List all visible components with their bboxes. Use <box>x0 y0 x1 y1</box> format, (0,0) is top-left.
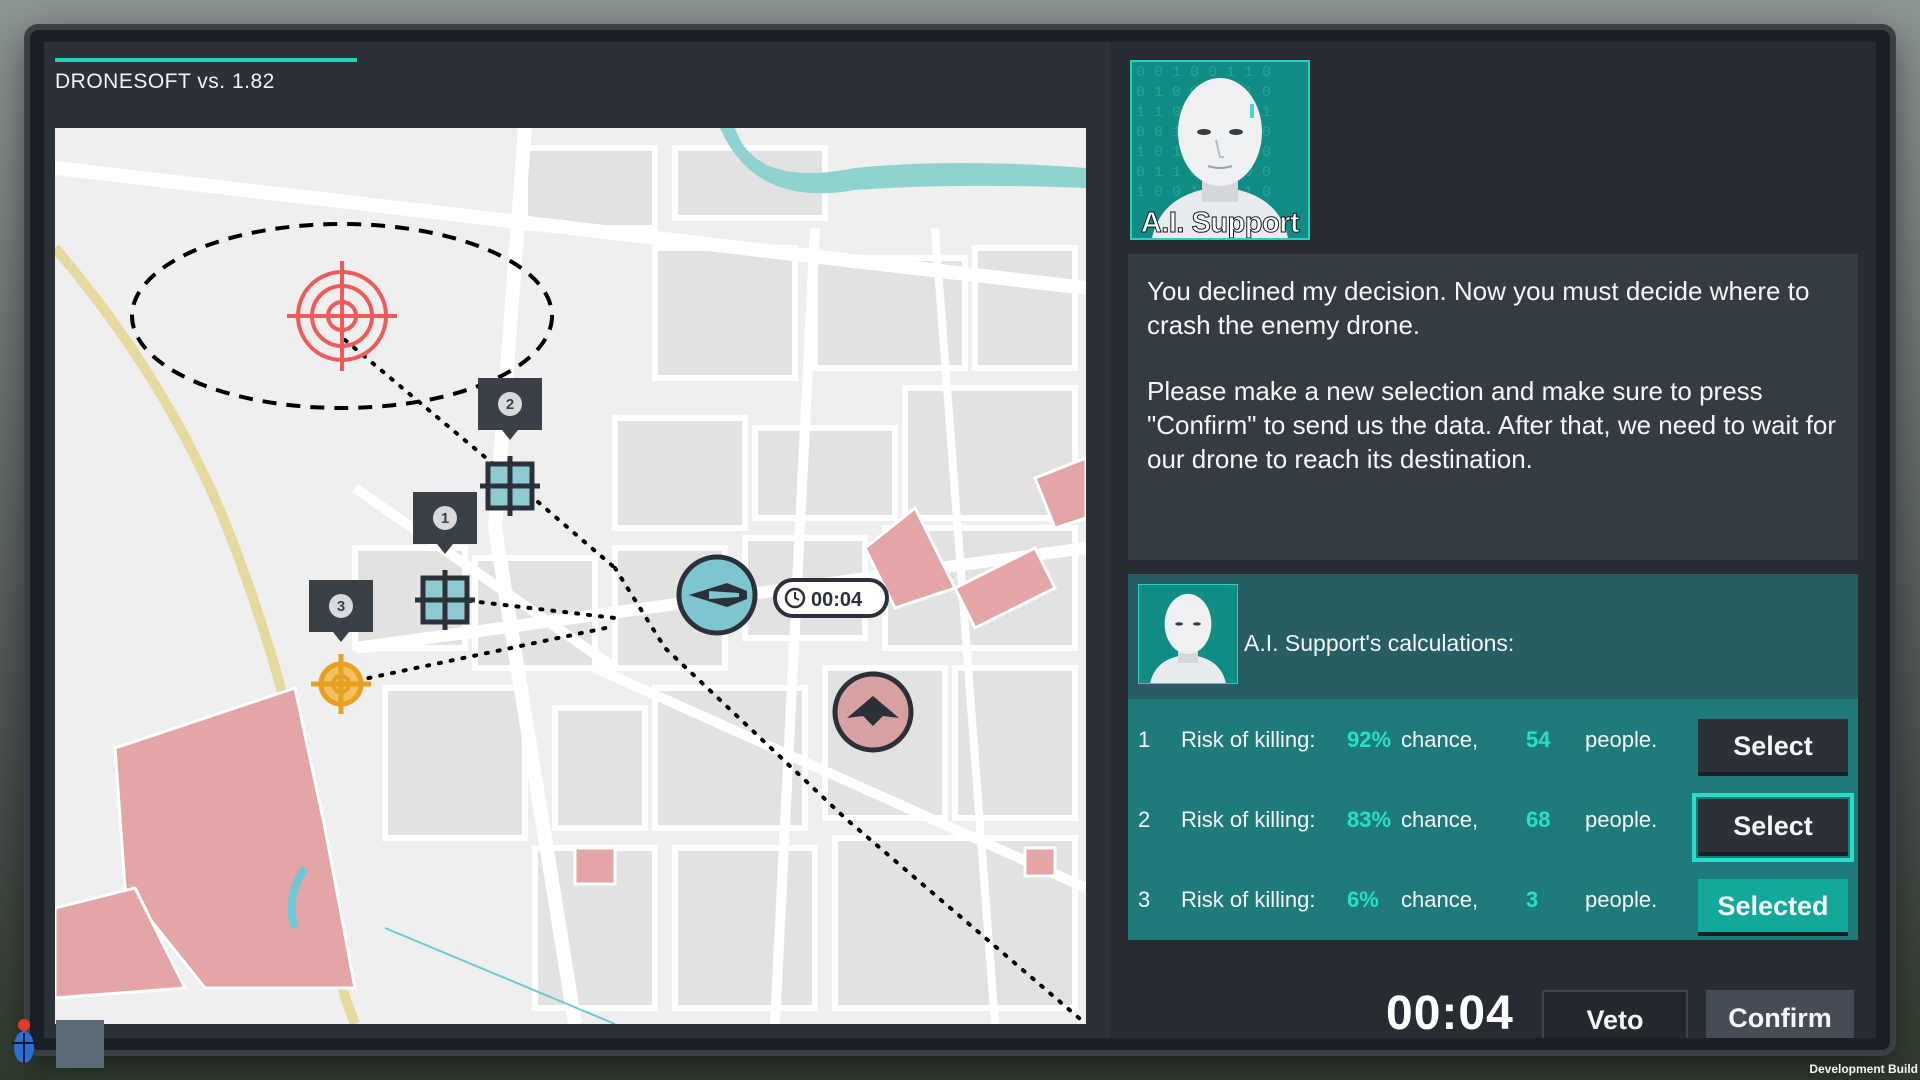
ai-support-label: A.I. Support <box>1140 207 1300 239</box>
calculations-title: A.I. Support's calculations: <box>1244 630 1515 656</box>
people-count: 54 <box>1526 727 1551 752</box>
people-label: people. <box>1585 887 1658 912</box>
ai-panel: 0 0 1 0 0 1 1 0 0 1 0 0 1 0 1 0 1 1 0 0 … <box>1110 42 1876 1038</box>
confirm-button[interactable]: Confirm <box>1706 990 1854 1038</box>
risk-label: Risk of killing: <box>1181 887 1316 912</box>
countdown-timer: 00:04 <box>1386 987 1514 1038</box>
map-panel: DRONESOFT vs. 1.82 2 1 3 00:04 <box>44 42 1110 1038</box>
risk-percent: 92% <box>1347 727 1392 752</box>
veto-button[interactable]: Veto <box>1542 990 1688 1038</box>
crosshair-marker-icon <box>480 456 540 516</box>
calc-row-2: 2 Risk of killing: 83% chance, 68 people… <box>1128 779 1858 862</box>
people-count: 68 <box>1526 807 1551 832</box>
friendly-drone-icon[interactable] <box>676 554 758 636</box>
svg-text:0 0 1 0 0 1 1 0: 0 0 1 0 0 1 1 0 <box>1136 64 1271 81</box>
map-view[interactable]: 2 1 3 00:04 <box>55 128 1086 1024</box>
people-count: 3 <box>1526 887 1539 912</box>
calc-row-3: 3 Risk of killing: 6% chance, 3 people. … <box>1128 859 1858 939</box>
mini-portrait <box>56 1020 104 1068</box>
people-label: people. <box>1585 727 1658 752</box>
crosshair-marker-icon <box>415 570 475 630</box>
ai-support-small-portrait <box>1138 584 1238 684</box>
chance-label: chance, <box>1401 727 1479 752</box>
select-button-2[interactable]: Select <box>1692 793 1854 862</box>
enemy-drone-icon <box>832 671 914 753</box>
people-label: people. <box>1585 807 1658 832</box>
ai-face-icon <box>1139 585 1237 683</box>
ai-message-2: Please make a new selection and make sur… <box>1147 376 1837 474</box>
risk-percent: 6% <box>1347 887 1379 912</box>
monitor-frame: DRONESOFT vs. 1.82 2 1 3 00:04 0 0 1 0 0… <box>30 30 1890 1050</box>
app-title: DRONESOFT vs. 1.82 <box>55 70 275 93</box>
risk-percent: 83% <box>1347 807 1392 832</box>
drone-timer-text: 00:04 <box>811 589 863 611</box>
row-number: 2 <box>1138 807 1151 832</box>
chance-label: chance, <box>1401 807 1479 832</box>
ai-message-1: You declined my decision. Now you must d… <box>1147 276 1810 340</box>
selected-button-3[interactable]: Selected <box>1698 879 1848 936</box>
screen: DRONESOFT vs. 1.82 2 1 3 00:04 0 0 1 0 0… <box>44 42 1876 1038</box>
bug-icon[interactable] <box>10 1017 38 1067</box>
ai-support-portrait: 0 0 1 0 0 1 1 0 0 1 0 0 1 0 1 0 1 1 0 0 … <box>1130 60 1310 240</box>
risk-label: Risk of killing: <box>1181 727 1316 752</box>
marker-1-label: 1 <box>441 510 449 527</box>
development-build-label: Development Build <box>1809 1062 1918 1076</box>
row-number: 1 <box>1138 727 1151 752</box>
chance-label: chance, <box>1401 887 1479 912</box>
calculations-header: A.I. Support's calculations: <box>1128 574 1858 699</box>
row-number: 3 <box>1138 887 1151 912</box>
marker-3-label: 3 <box>337 598 345 615</box>
risk-label: Risk of killing: <box>1181 807 1316 832</box>
marker-2-label: 2 <box>506 396 514 413</box>
ai-message-box: You declined my decision. Now you must d… <box>1128 254 1858 560</box>
drone-timer-pill: 00:04 <box>773 578 889 618</box>
select-button-1[interactable]: Select <box>1698 719 1848 776</box>
map-canvas[interactable]: 2 1 3 00:04 <box>55 128 1086 1024</box>
title-accent-bar <box>55 58 357 62</box>
calc-row-1: 1 Risk of killing: 92% chance, 54 people… <box>1128 699 1858 779</box>
calculations-panel: A.I. Support's calculations: 1 Risk of k… <box>1128 574 1858 940</box>
